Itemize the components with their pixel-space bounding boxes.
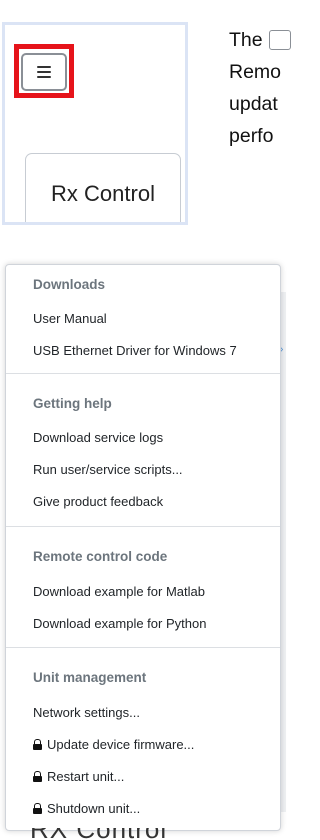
menu-item-label: Restart unit... (47, 769, 125, 784)
body-line-2: Remo (229, 61, 282, 83)
menu-item-example-matlab[interactable]: Download example for Matlab (33, 584, 205, 599)
menu-header-unit-management: Unit management (33, 670, 147, 685)
lock-icon (33, 739, 42, 750)
menu-item-restart-unit[interactable]: Restart unit... (33, 769, 124, 784)
body-paragraph: The Remo updat perfo (229, 24, 291, 152)
body-line-1: The (229, 29, 263, 51)
cut-off-heading: RX Control (30, 828, 167, 840)
body-line-3: updat (229, 93, 278, 115)
menu-header-downloads: Downloads (33, 277, 106, 292)
menu-item-label: Shutdown unit... (47, 801, 141, 816)
menu-item-user-manual[interactable]: User Manual (33, 311, 107, 326)
menu-item-network-settings[interactable]: Network settings... (33, 705, 140, 720)
cut-off-heading-text: RX Control (30, 828, 167, 840)
inset-screenshot: Rx Control (2, 22, 188, 225)
body-line-4: perfo (229, 125, 274, 147)
lock-icon (33, 771, 42, 782)
menu-item-give-feedback[interactable]: Give product feedback (33, 494, 163, 509)
hamburger-menu-icon (37, 66, 51, 78)
lock-icon (33, 803, 42, 814)
menu-item-example-python[interactable]: Download example for Python (33, 616, 206, 631)
menu-item-shutdown-unit[interactable]: Shutdown unit... (33, 801, 140, 816)
menu-divider (6, 373, 280, 374)
menu-divider (6, 526, 280, 527)
menu-item-usb-ethernet-driver[interactable]: USB Ethernet Driver for Windows 7 (33, 343, 237, 358)
menu-item-download-service-logs[interactable]: Download service logs (33, 430, 163, 445)
menu-divider (6, 647, 280, 648)
inline-menu-button-icon (268, 30, 291, 50)
menu-header-getting-help: Getting help (33, 396, 112, 411)
dropdown-menu: Downloads User Manual USB Ethernet Drive… (5, 264, 281, 831)
menu-item-label: Update device firmware... (47, 737, 195, 752)
tab-rx-control[interactable]: Rx Control (25, 153, 181, 222)
menu-item-run-scripts[interactable]: Run user/service scripts... (33, 462, 183, 477)
hamburger-menu-button[interactable] (21, 53, 67, 91)
menu-header-remote-control-code: Remote control code (33, 549, 168, 564)
menu-item-update-firmware[interactable]: Update device firmware... (33, 737, 194, 752)
